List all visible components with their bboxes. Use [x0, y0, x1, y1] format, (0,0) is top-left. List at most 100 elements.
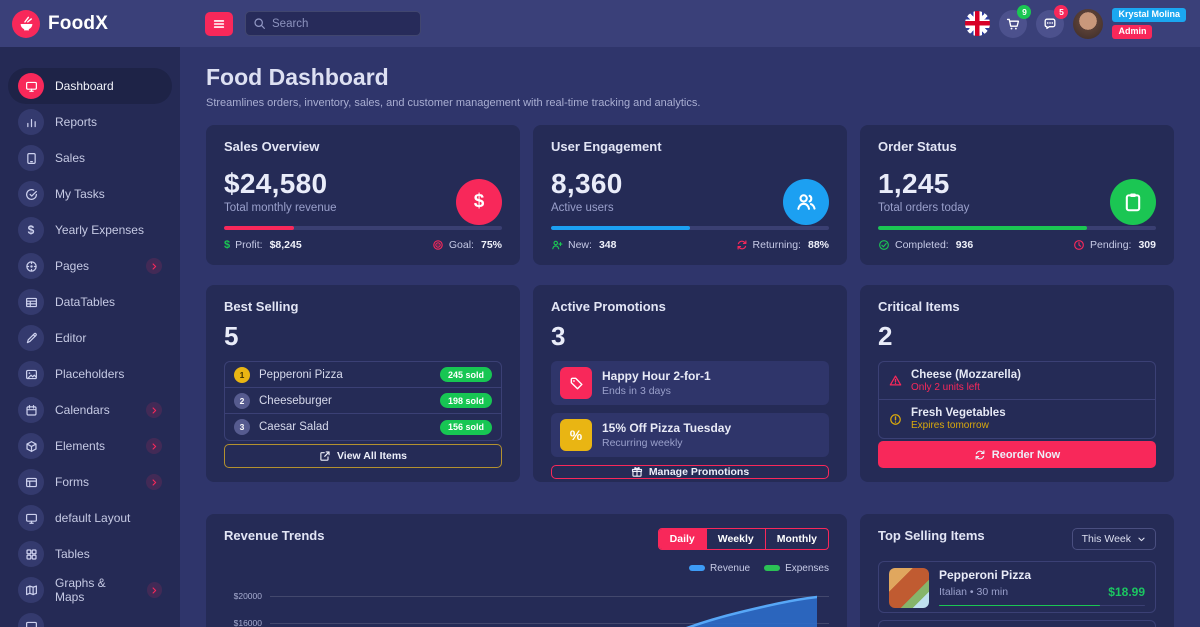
best-selling-row[interactable]: 1 Pepperoni Pizza 245 sold: [225, 362, 501, 388]
stat-card-sales-overview: Sales Overview $24,580 Total monthly rev…: [206, 125, 520, 265]
reorder-now-button[interactable]: Reorder Now: [878, 441, 1156, 468]
stat-big-icon: [1110, 179, 1156, 225]
sidebar-item-my-tasks[interactable]: My Tasks: [8, 176, 172, 212]
promotion-row[interactable]: % 15% Off Pizza Tuesday Recurring weekly: [551, 413, 829, 457]
sidebar-item-pages[interactable]: Pages: [8, 248, 172, 284]
sidebar-item-label: Forms: [55, 475, 89, 489]
view-all-items-button[interactable]: View All Items: [224, 444, 502, 468]
monitor-icon: [25, 80, 38, 93]
sidebar-item-label: Elements: [55, 439, 105, 453]
sidebar-item-label: Calendars: [55, 403, 110, 417]
sidebar-item-label: DataTables: [55, 295, 115, 309]
chevron-right-icon: [150, 586, 159, 595]
grid-icon: [25, 548, 38, 561]
page-subtitle: Streamlines orders, inventory, sales, an…: [206, 95, 1174, 111]
language-flag-uk[interactable]: [965, 11, 990, 36]
best-selling-title: Best Selling: [224, 299, 502, 314]
user-role-chip: Admin: [1112, 25, 1152, 39]
stat-title: Sales Overview: [224, 139, 502, 154]
menu-toggle-button[interactable]: [205, 12, 233, 36]
sidebar-item-reports[interactable]: Reports: [8, 104, 172, 140]
middle-cards-row: Best Selling 5 1 Pepperoni Pizza 245 sol…: [206, 285, 1174, 482]
stat-foot-right: Goal:75%: [432, 239, 502, 251]
dollar-icon: $: [224, 239, 230, 251]
stat-card-user-engagement: User Engagement 8,360 Active users New:3…: [533, 125, 847, 265]
top-selling-row[interactable]: Pepperoni Pizza Italian • 30 min $18.99: [878, 561, 1156, 613]
stat-progress: [878, 226, 1156, 230]
chevron-right-icon: [150, 262, 159, 271]
chart-tab-weekly[interactable]: Weekly: [706, 529, 765, 549]
sidebar-item-tables[interactable]: Tables: [8, 536, 172, 572]
users-icon: [795, 191, 817, 213]
search-input[interactable]: [245, 11, 421, 36]
bar-chart-icon: [25, 116, 38, 129]
stat-foot-left: New:348: [551, 239, 616, 251]
revenue-trends-title: Revenue Trends: [224, 528, 324, 543]
best-selling-card: Best Selling 5 1 Pepperoni Pizza 245 sol…: [206, 285, 520, 482]
clock-icon: [1073, 239, 1085, 251]
promotion-row[interactable]: Happy Hour 2-for-1 Ends in 3 days: [551, 361, 829, 405]
best-selling-row[interactable]: 3 Caesar Salad 156 sold: [225, 414, 501, 440]
critical-items-title: Critical Items: [878, 299, 1156, 314]
alert-circle-icon: [889, 413, 902, 426]
sidebar-item-icon: [18, 253, 44, 279]
brand[interactable]: FoodX: [0, 10, 180, 38]
search-icon: [253, 17, 266, 30]
tablet-icon: [25, 152, 38, 165]
cart-button[interactable]: 9: [999, 10, 1027, 38]
chart-tab-daily[interactable]: Daily: [659, 529, 706, 549]
sidebar-item-placeholders[interactable]: Placeholders: [8, 356, 172, 392]
refresh-icon: [736, 239, 748, 251]
user-avatar[interactable]: [1073, 9, 1103, 39]
sidebar-item-forms[interactable]: Forms: [8, 464, 172, 500]
sidebar-item-icon: [18, 397, 44, 423]
top-selling-row[interactable]: Double Cheeseburger: [878, 620, 1156, 627]
sidebar-item-yearly-expenses[interactable]: $ Yearly Expenses: [8, 212, 172, 248]
manage-promotions-button[interactable]: Manage Promotions: [551, 465, 829, 479]
chart-tab-monthly[interactable]: Monthly: [765, 529, 828, 549]
week-filter-dropdown[interactable]: This Week: [1072, 528, 1156, 550]
stat-progress: [224, 226, 502, 230]
critical-row[interactable]: Fresh Vegetables Expires tomorrow: [879, 400, 1155, 438]
best-selling-row[interactable]: 2 Cheeseburger 198 sold: [225, 388, 501, 414]
sidebar-item-calendars[interactable]: Calendars: [8, 392, 172, 428]
dollar-icon: $: [28, 223, 35, 237]
sidebar-item-label: Tables: [55, 547, 90, 561]
sidebar-item-icon: [18, 73, 44, 99]
sidebar-item-dashboard[interactable]: Dashboard: [8, 68, 172, 104]
best-selling-list: 1 Pepperoni Pizza 245 sold 2 Cheeseburge…: [224, 361, 502, 441]
sidebar-item-icon: [18, 361, 44, 387]
active-promotions-count: 3: [551, 321, 829, 352]
user-name-chip: Krystal Molina: [1112, 8, 1186, 22]
messages-button[interactable]: 5: [1036, 10, 1064, 38]
dollar-icon: $: [474, 191, 485, 213]
topbar-actions: 9 5 Krystal Molina Admin: [965, 8, 1200, 39]
sidebar-item-datatables[interactable]: DataTables: [8, 284, 172, 320]
sidebar-item-elements[interactable]: Elements: [8, 428, 172, 464]
top-item-name: Pepperoni Pizza: [939, 568, 1145, 582]
revenue-area-chart: [671, 578, 817, 627]
chevron-right-icon: [150, 442, 159, 451]
sidebar-item-graphs-maps[interactable]: Graphs & Maps: [8, 572, 172, 608]
app-window: FoodX 9 5 Krystal Molina Admin: [0, 0, 1200, 627]
sidebar-item-default-layout[interactable]: default Layout: [8, 500, 172, 536]
warning-triangle-icon: [889, 374, 902, 387]
critical-sub: Only 2 units left: [911, 382, 1021, 393]
sidebar-item-icon: [18, 325, 44, 351]
sidebar-item-icon: [18, 541, 44, 567]
menu-icon: [212, 17, 226, 31]
sidebar-item-sales[interactable]: Sales: [8, 140, 172, 176]
chat-icon: [1043, 17, 1057, 31]
sidebar-item-icon: [18, 109, 44, 135]
critical-row[interactable]: Cheese (Mozzarella) Only 2 units left: [879, 362, 1155, 400]
sidebar-item-icon: [18, 433, 44, 459]
sidebar-item-partial[interactable]: [8, 608, 172, 627]
best-selling-count: 5: [224, 321, 502, 352]
chevron-right-icon: [146, 258, 162, 274]
caret-down-icon: [1137, 535, 1146, 544]
sidebar-item-label: Dashboard: [55, 79, 114, 93]
stat-progress: [551, 226, 829, 230]
sidebar-item-editor[interactable]: Editor: [8, 320, 172, 356]
cart-badge: 9: [1017, 5, 1031, 19]
top-item-price: $18.99: [1108, 585, 1145, 599]
